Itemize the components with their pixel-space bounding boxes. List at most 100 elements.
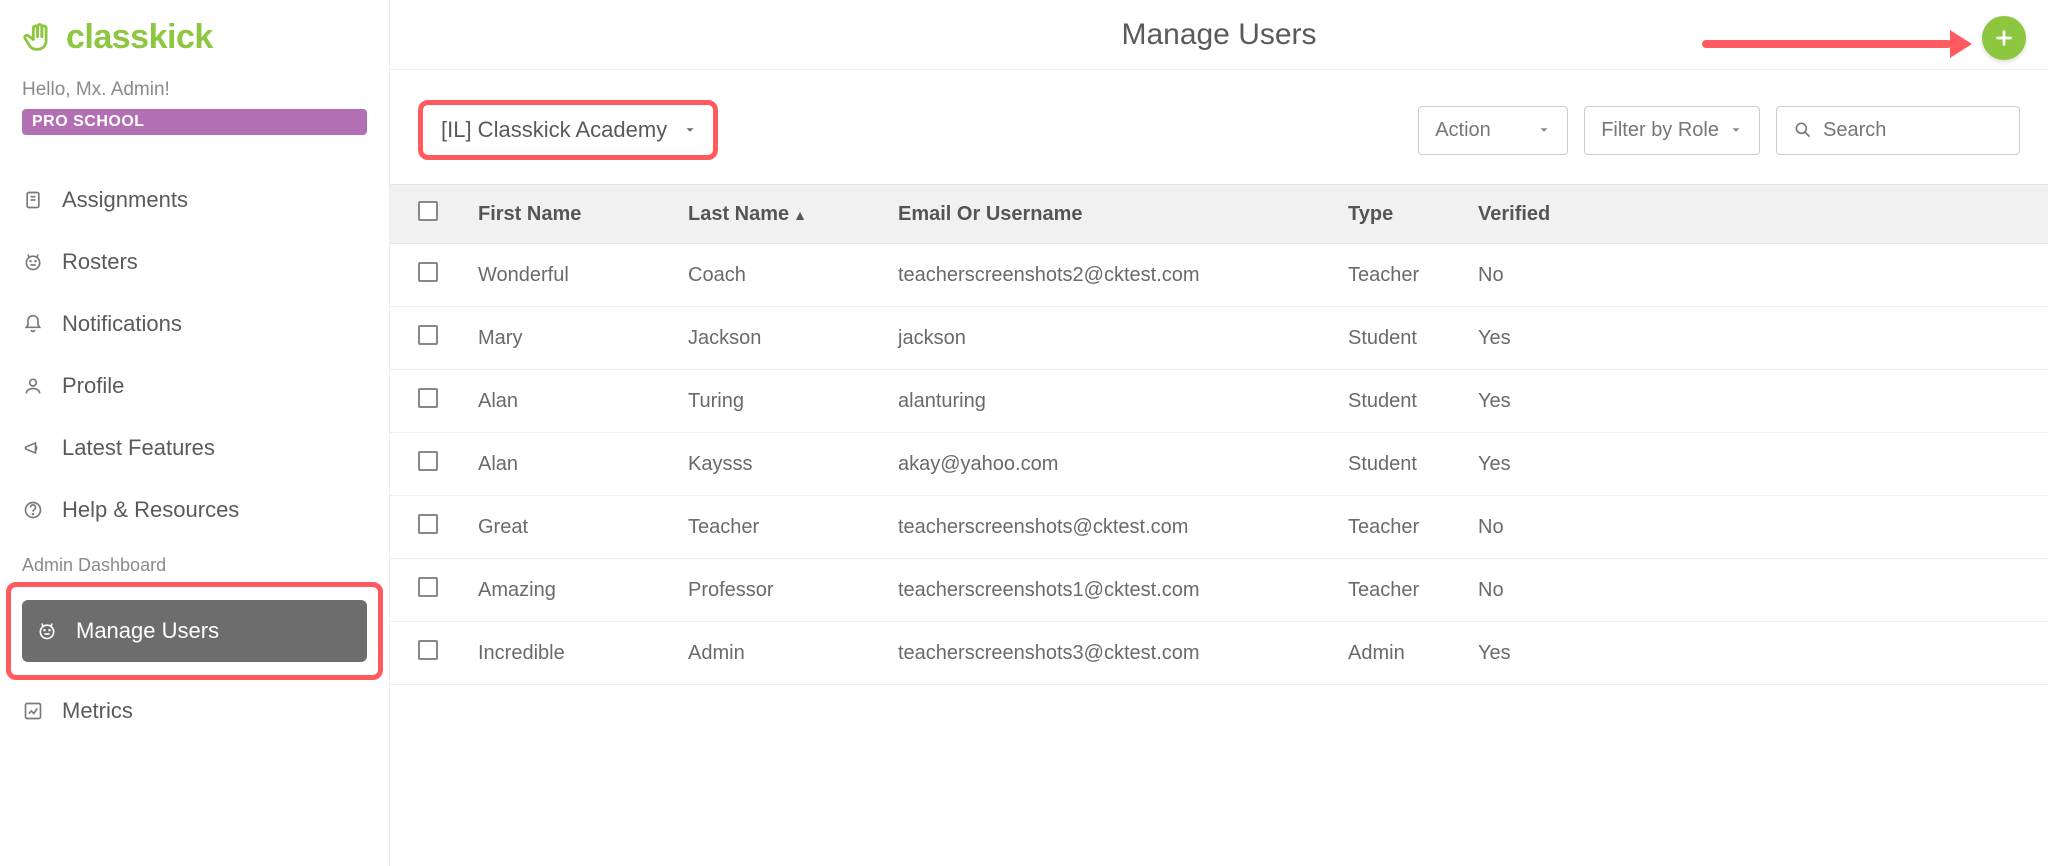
sidebar-item-label: Latest Features xyxy=(62,435,215,461)
titlebar: Manage Users xyxy=(390,0,2048,70)
filter-role-dropdown[interactable]: Filter by Role xyxy=(1584,106,1760,155)
sidebar-item-label: Assignments xyxy=(62,187,188,213)
table-row[interactable]: AlanTuringalanturingStudentYes xyxy=(390,370,2048,433)
sidebar-item-latest-features[interactable]: Latest Features xyxy=(0,417,389,479)
cell-verified: No xyxy=(1478,516,1588,539)
sidebar-item-label: Notifications xyxy=(62,311,182,337)
search-input[interactable] xyxy=(1823,119,2003,142)
main-content: Manage Users [IL] Classkick Academy Acti… xyxy=(390,0,2048,866)
sidebar-item-label: Help & Resources xyxy=(62,497,239,523)
sidebar-item-manage-users[interactable]: Manage Users xyxy=(0,582,389,680)
table-row[interactable]: IncredibleAdminteacherscreenshots3@cktes… xyxy=(390,622,2048,685)
sidebar-item-label: Profile xyxy=(62,373,124,399)
cell-first-name: Alan xyxy=(478,390,688,413)
cell-email: teacherscreenshots2@cktest.com xyxy=(898,264,1348,287)
smiley-icon xyxy=(36,621,58,641)
bell-icon xyxy=(22,314,44,334)
row-checkbox[interactable] xyxy=(418,640,438,660)
row-checkbox[interactable] xyxy=(418,514,438,534)
sidebar: classkick Hello, Mx. Admin! PRO SCHOOL A… xyxy=(0,0,390,866)
cell-type: Student xyxy=(1348,327,1478,350)
table-row[interactable]: AlanKaysssakay@yahoo.comStudentYes xyxy=(390,433,2048,496)
sort-asc-icon: ▲ xyxy=(793,207,807,223)
cell-email: teacherscreenshots1@cktest.com xyxy=(898,579,1348,602)
school-dropdown[interactable]: [IL] Classkick Academy xyxy=(418,100,718,160)
cell-type: Student xyxy=(1348,453,1478,476)
chevron-down-icon xyxy=(1729,123,1743,137)
main-nav: Assignments Rosters Notifications Profil… xyxy=(0,169,389,541)
cell-last-name: Jackson xyxy=(688,327,898,350)
page-title: Manage Users xyxy=(1121,18,1316,52)
column-verified[interactable]: Verified xyxy=(1478,203,1588,226)
cell-first-name: Wonderful xyxy=(478,264,688,287)
sidebar-item-label: Manage Users xyxy=(76,618,219,644)
brand-logo[interactable]: classkick xyxy=(0,10,389,73)
select-all-checkbox[interactable] xyxy=(418,201,438,221)
cell-email: alanturing xyxy=(898,390,1348,413)
sidebar-item-metrics[interactable]: Metrics xyxy=(0,680,389,742)
sidebar-item-label: Rosters xyxy=(62,249,138,275)
search-icon xyxy=(1793,120,1813,140)
cell-type: Teacher xyxy=(1348,264,1478,287)
sidebar-item-rosters[interactable]: Rosters xyxy=(0,231,389,293)
table-row[interactable]: AmazingProfessorteacherscreenshots1@ckte… xyxy=(390,559,2048,622)
cell-first-name: Incredible xyxy=(478,642,688,665)
person-icon xyxy=(22,376,44,396)
sidebar-item-label: Metrics xyxy=(62,698,133,724)
sidebar-item-help[interactable]: Help & Resources xyxy=(0,479,389,541)
brand-name: classkick xyxy=(66,18,213,57)
megaphone-icon xyxy=(22,438,44,458)
cell-email: jackson xyxy=(898,327,1348,350)
table-row[interactable]: MaryJacksonjacksonStudentYes xyxy=(390,307,2048,370)
smiley-icon xyxy=(22,252,44,272)
table-row[interactable]: GreatTeacherteacherscreenshots@cktest.co… xyxy=(390,496,2048,559)
cell-last-name: Teacher xyxy=(688,516,898,539)
cell-verified: Yes xyxy=(1478,327,1588,350)
cell-email: akay@yahoo.com xyxy=(898,453,1348,476)
sidebar-item-notifications[interactable]: Notifications xyxy=(0,293,389,355)
school-selected-label: [IL] Classkick Academy xyxy=(441,117,667,142)
cell-verified: No xyxy=(1478,579,1588,602)
cell-email: teacherscreenshots@cktest.com xyxy=(898,516,1348,539)
column-type[interactable]: Type xyxy=(1348,203,1478,226)
chart-icon xyxy=(22,701,44,721)
add-user-button[interactable] xyxy=(1982,16,2026,60)
chevron-down-icon xyxy=(1537,123,1551,137)
controls-row: [IL] Classkick Academy Action Filter by … xyxy=(390,70,2048,184)
column-email[interactable]: Email Or Username xyxy=(898,203,1348,226)
cell-first-name: Great xyxy=(478,516,688,539)
column-last-name[interactable]: Last Name▲ xyxy=(688,203,898,226)
sidebar-item-assignments[interactable]: Assignments xyxy=(0,169,389,231)
admin-section-label: Admin Dashboard xyxy=(0,541,389,582)
row-checkbox[interactable] xyxy=(418,451,438,471)
cell-type: Admin xyxy=(1348,642,1478,665)
cell-email: teacherscreenshots3@cktest.com xyxy=(898,642,1348,665)
sidebar-item-profile[interactable]: Profile xyxy=(0,355,389,417)
table-row[interactable]: WonderfulCoachteacherscreenshots2@cktest… xyxy=(390,244,2048,307)
cell-last-name: Professor xyxy=(688,579,898,602)
cell-last-name: Admin xyxy=(688,642,898,665)
chevron-down-icon xyxy=(683,123,697,137)
search-box[interactable] xyxy=(1776,106,2020,155)
column-first-name[interactable]: First Name xyxy=(478,203,688,226)
cell-type: Student xyxy=(1348,390,1478,413)
cell-last-name: Turing xyxy=(688,390,898,413)
action-dropdown[interactable]: Action xyxy=(1418,106,1568,155)
row-checkbox[interactable] xyxy=(418,577,438,597)
cell-verified: Yes xyxy=(1478,453,1588,476)
help-icon xyxy=(22,500,44,520)
arrow-annotation xyxy=(1702,30,1972,58)
hand-icon xyxy=(22,21,56,55)
cell-verified: Yes xyxy=(1478,390,1588,413)
cell-last-name: Kaysss xyxy=(688,453,898,476)
row-checkbox[interactable] xyxy=(418,388,438,408)
row-checkbox[interactable] xyxy=(418,325,438,345)
row-checkbox[interactable] xyxy=(418,262,438,282)
users-table: First Name Last Name▲ Email Or Username … xyxy=(390,184,2048,685)
cell-type: Teacher xyxy=(1348,516,1478,539)
cell-last-name: Coach xyxy=(688,264,898,287)
cell-first-name: Alan xyxy=(478,453,688,476)
pro-badge: PRO SCHOOL xyxy=(22,109,367,135)
cell-first-name: Mary xyxy=(478,327,688,350)
cell-verified: No xyxy=(1478,264,1588,287)
